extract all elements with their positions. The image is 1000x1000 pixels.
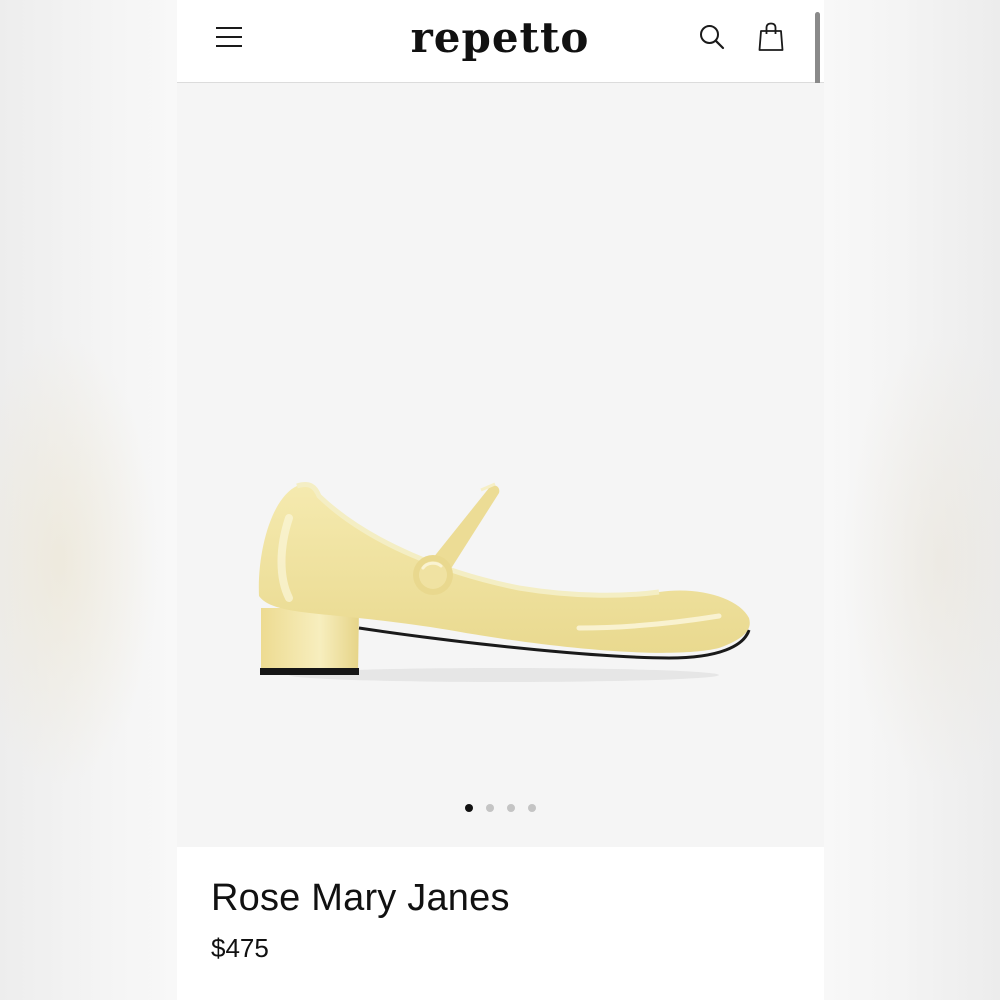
product-info: Rose Mary Janes $475 [177,847,824,1000]
shopping-bag-icon [758,22,784,51]
hamburger-menu-icon-line [216,27,242,29]
site-header: repetto [177,0,824,83]
gallery-pagination [177,804,824,816]
cart-button[interactable] [754,20,788,54]
search-button[interactable] [695,20,729,54]
hamburger-menu-icon-line [216,36,242,38]
brand-logo[interactable]: repetto [395,6,605,68]
brand-logo-text: repetto [410,12,590,62]
phone-screen: repetto Rose Mary Janes $475 [177,0,824,1000]
product-price: $475 [211,933,269,963]
pagination-dot[interactable] [486,804,494,812]
product-title: Rose Mary Janes [211,877,510,919]
pagination-dot[interactable] [465,804,473,812]
pagination-dot[interactable] [528,804,536,812]
pagination-dot[interactable] [507,804,515,812]
search-icon [700,25,725,50]
menu-button[interactable] [213,24,245,52]
product-image [258,481,751,682]
hamburger-menu-icon-line [216,45,242,47]
product-image-gallery[interactable] [177,83,824,847]
